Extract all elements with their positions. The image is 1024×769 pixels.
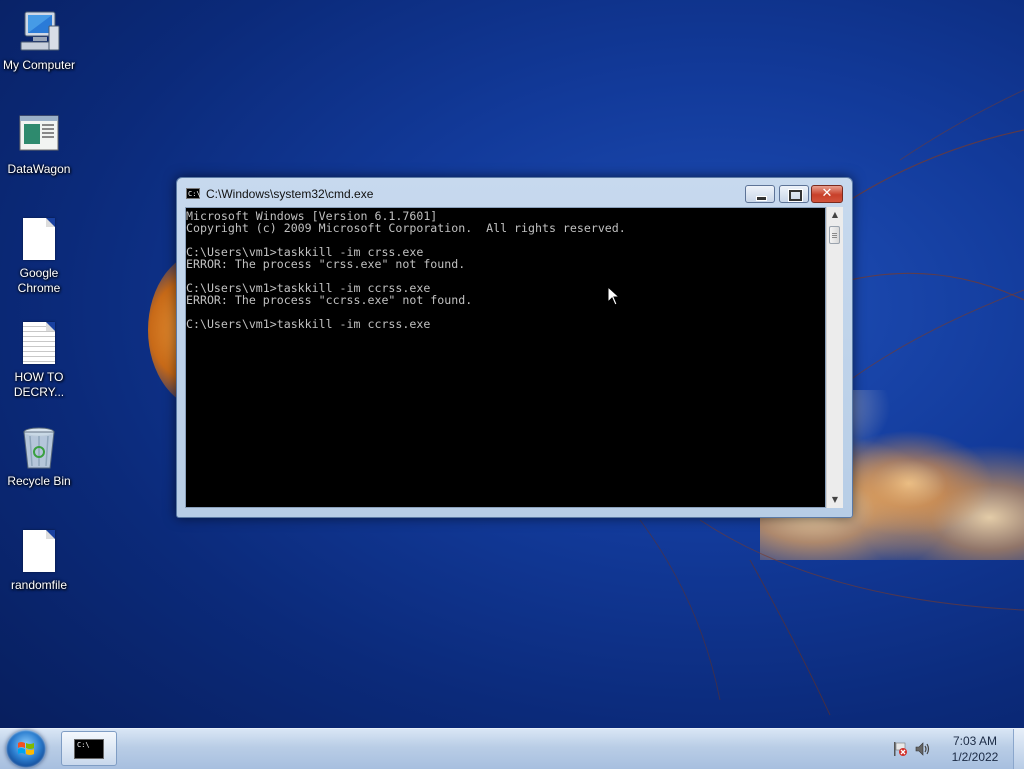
console-line: Copyright (c) 2009 Microsoft Corporation… [186, 221, 626, 235]
maximize-icon [788, 189, 803, 202]
desktop-icon-label: Recycle Bin [7, 474, 71, 488]
scroll-down-icon[interactable]: ▼ [827, 492, 843, 508]
taskbar-cmd-button[interactable]: C:\ [61, 731, 117, 766]
desktop-icon-label: DataWagon [7, 162, 71, 176]
maximize-button[interactable] [779, 185, 809, 203]
desktop-icon-label: HOW TO DECRY... [13, 370, 65, 399]
console-prompt-line[interactable]: C:\Users\vm1>taskkill -im ccrss.exe [186, 318, 825, 330]
system-tray: 7:03 AM 1/2/2022 [886, 729, 1024, 769]
vertical-scrollbar[interactable]: ▲ ▼ [826, 207, 843, 508]
console-output[interactable]: Microsoft Windows [Version 6.1.7601] Cop… [185, 207, 826, 508]
console-line: ERROR: The process "crss.exe" not found. [186, 257, 466, 271]
computer-icon [15, 8, 63, 56]
cmd-titlebar[interactable]: C:\ C:\Windows\system32\cmd.exe ✕ [177, 178, 852, 207]
action-center-flag-icon[interactable] [892, 741, 908, 757]
scroll-thumb[interactable] [829, 226, 840, 244]
volume-icon[interactable] [914, 741, 932, 757]
desktop-icon-recycle-bin[interactable]: Recycle Bin [0, 424, 78, 489]
taskbar: C:\ 7:03 AM 1/2/2022 [0, 728, 1024, 769]
desktop-icon-label: Google Chrome [17, 266, 61, 295]
desktop-icon-how-to-decrypt[interactable]: HOW TO DECRY... [0, 320, 78, 400]
close-button[interactable]: ✕ [811, 185, 843, 203]
cmd-window[interactable]: C:\ C:\Windows\system32\cmd.exe ✕ Micros… [176, 177, 853, 518]
cmd-icon: C:\ [186, 188, 201, 199]
mouse-cursor-icon [607, 286, 621, 306]
desktop-icon-label: My Computer [2, 58, 76, 72]
minimize-button[interactable] [745, 185, 775, 203]
console-line: ERROR: The process "ccrss.exe" not found… [186, 293, 473, 307]
window-title: C:\Windows\system32\cmd.exe [206, 187, 374, 201]
recycle-bin-icon [15, 424, 63, 472]
start-button[interactable] [6, 730, 46, 768]
app-window-icon [15, 112, 63, 160]
clock-time: 7:03 AM [952, 734, 998, 748]
desktop-icon-randomfile[interactable]: randomfile [0, 528, 78, 593]
minimize-icon [756, 196, 767, 201]
desktop-icon-google-chrome[interactable]: Google Chrome [0, 216, 78, 296]
blank-document-icon [15, 528, 63, 576]
desktop-icon-my-computer[interactable]: My Computer [0, 8, 78, 73]
desktop-icon-datawagon[interactable]: DataWagon [0, 112, 78, 177]
cmd-icon: C:\ [74, 739, 104, 759]
desktop-icon-label: randomfile [10, 578, 68, 592]
windows-logo-icon [18, 742, 34, 755]
close-icon: ✕ [821, 186, 833, 201]
blank-document-icon [15, 216, 63, 264]
scroll-up-icon[interactable]: ▲ [827, 207, 843, 223]
show-desktop-button[interactable] [1013, 729, 1024, 769]
taskbar-clock[interactable]: 7:03 AM 1/2/2022 [936, 733, 1014, 765]
text-document-icon [15, 320, 63, 368]
clock-date: 1/2/2022 [951, 750, 999, 764]
